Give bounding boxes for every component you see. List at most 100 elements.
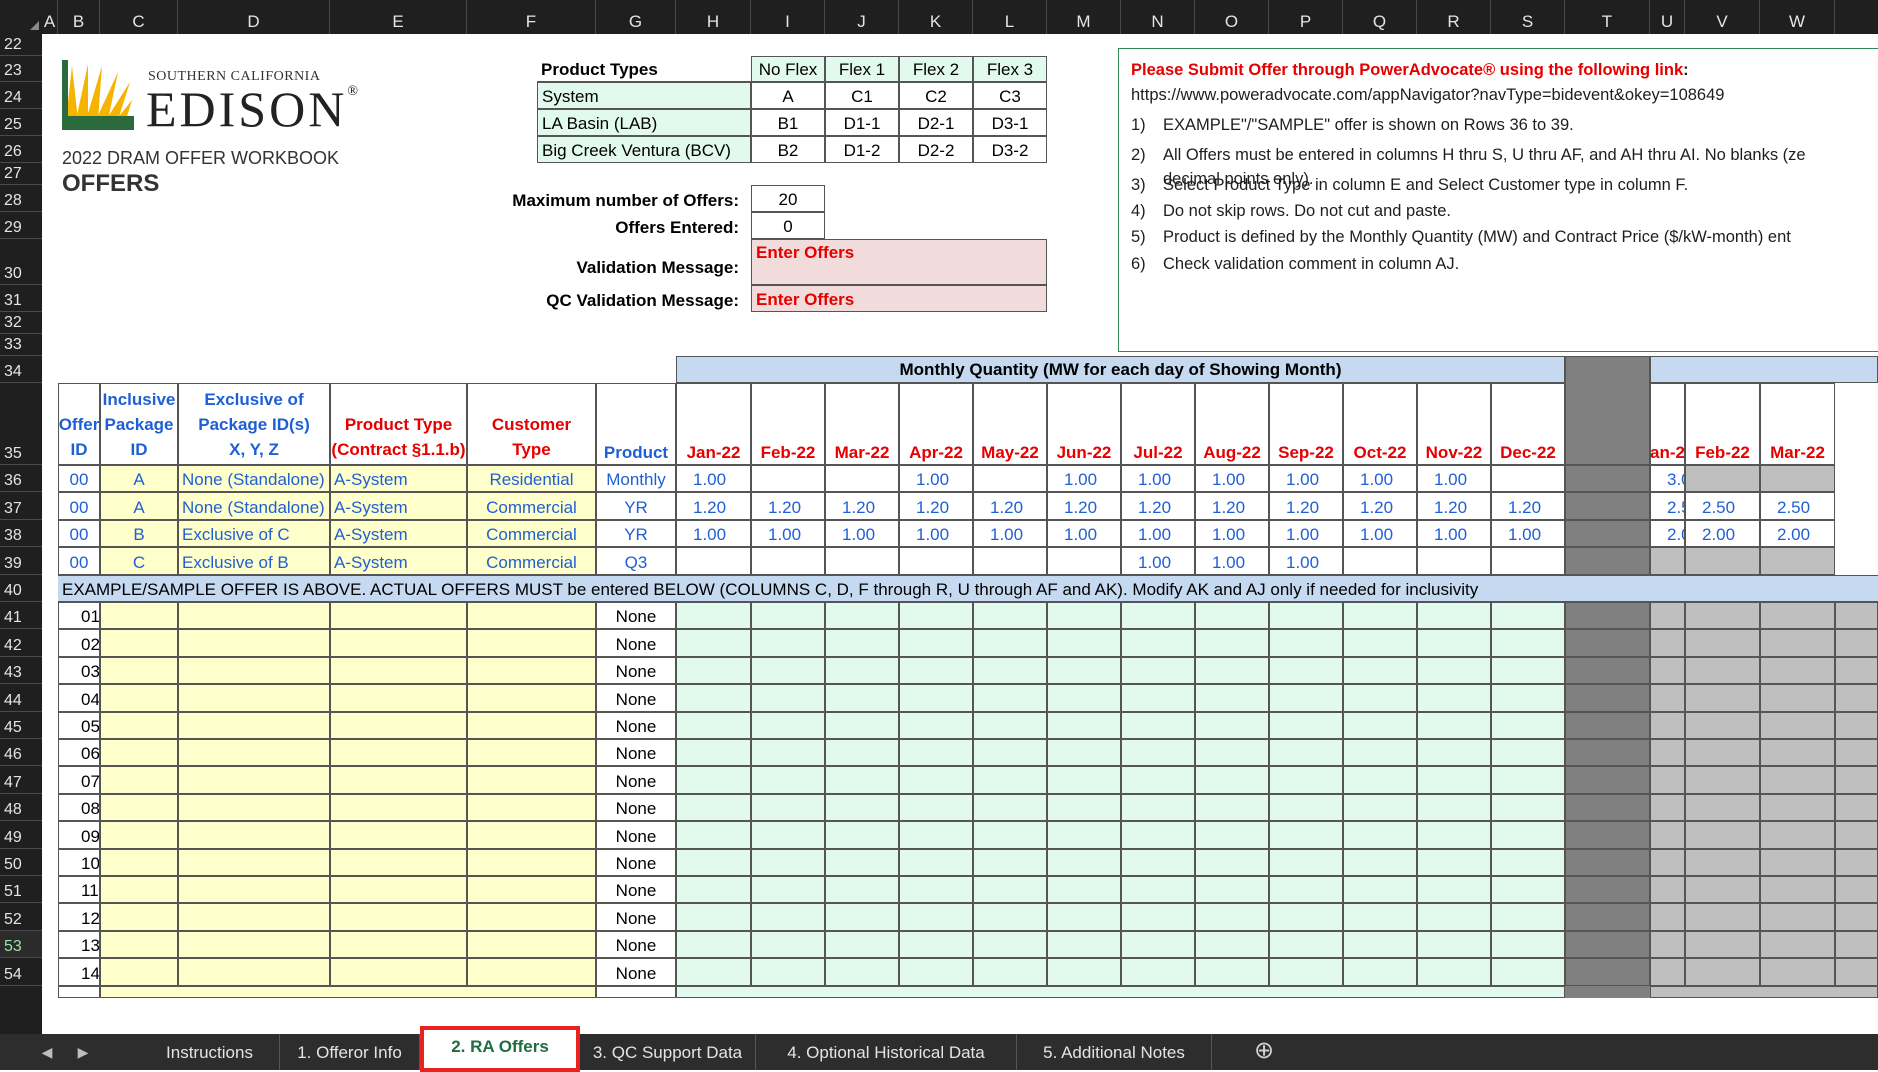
exclusive-package-input[interactable] xyxy=(178,848,330,876)
row-header-54[interactable]: 54 xyxy=(0,958,42,986)
quantity-input[interactable] xyxy=(973,848,1047,876)
quantity-input[interactable] xyxy=(676,766,751,794)
exclusive-package-input[interactable] xyxy=(178,684,330,712)
quantity-input[interactable] xyxy=(973,629,1047,657)
quantity-input[interactable] xyxy=(1343,848,1417,876)
quantity-input[interactable] xyxy=(1121,629,1195,657)
quantity-input[interactable] xyxy=(1491,793,1565,822)
column-header-l[interactable]: L xyxy=(973,0,1047,34)
input-partial[interactable] xyxy=(100,985,596,998)
quantity-input[interactable] xyxy=(973,739,1047,767)
row-header-37[interactable]: 37 xyxy=(0,492,42,520)
quantity-input[interactable] xyxy=(825,848,899,876)
inclusive-package-input[interactable] xyxy=(100,903,178,931)
quantity-input[interactable] xyxy=(1269,739,1343,767)
row-header-34[interactable]: 34 xyxy=(0,356,42,383)
quantity-input[interactable] xyxy=(1269,930,1343,959)
quantity-input[interactable] xyxy=(1417,656,1491,685)
quantity-input[interactable] xyxy=(1121,656,1195,685)
quantity-input[interactable] xyxy=(1195,821,1269,849)
quantity-input[interactable] xyxy=(1417,821,1491,849)
product-type-input[interactable] xyxy=(330,684,467,712)
quantity-input[interactable] xyxy=(1491,629,1565,657)
quantity-input[interactable] xyxy=(825,903,899,931)
quantity-input[interactable] xyxy=(899,711,973,739)
column-header-e[interactable]: E xyxy=(330,0,467,34)
quantity-input[interactable] xyxy=(1417,602,1491,630)
exclusive-package-input[interactable] xyxy=(178,656,330,685)
quantity-input[interactable] xyxy=(1343,656,1417,685)
customer-type-input[interactable] xyxy=(467,821,596,849)
quantity-input[interactable] xyxy=(973,656,1047,685)
quantity-input[interactable] xyxy=(1121,793,1195,822)
add-sheet-icon[interactable]: ⊕ xyxy=(1254,1036,1274,1065)
customer-type-input[interactable] xyxy=(467,629,596,657)
quantity-input[interactable] xyxy=(1047,958,1121,986)
quantity-input[interactable] xyxy=(973,930,1047,959)
row-header-38[interactable]: 38 xyxy=(0,520,42,548)
poweradvocate-link[interactable]: https://www.poweradvocate.com/appNavigat… xyxy=(1131,86,1724,105)
quantity-input[interactable] xyxy=(1491,766,1565,794)
inclusive-package-input[interactable] xyxy=(100,958,178,986)
quantity-input[interactable] xyxy=(676,629,751,657)
quantity-input[interactable] xyxy=(1121,930,1195,959)
quantity-input[interactable] xyxy=(825,821,899,849)
product-type-input[interactable] xyxy=(330,876,467,904)
inclusive-package-input[interactable] xyxy=(100,629,178,657)
quantity-input[interactable] xyxy=(1195,958,1269,986)
row-header-39[interactable]: 39 xyxy=(0,547,42,575)
quantity-input[interactable] xyxy=(1491,739,1565,767)
quantity-input[interactable] xyxy=(825,766,899,794)
prev-sheet-icon[interactable]: ◀ xyxy=(32,1034,62,1070)
row-header-28[interactable]: 28 xyxy=(0,185,42,212)
product-type-input[interactable] xyxy=(330,602,467,630)
quantity-input[interactable] xyxy=(751,684,825,712)
quantity-input[interactable] xyxy=(1343,793,1417,822)
row-header-33[interactable]: 33 xyxy=(0,334,42,356)
product-type-input[interactable] xyxy=(330,848,467,876)
customer-type-input[interactable] xyxy=(467,766,596,794)
inclusive-package-input[interactable] xyxy=(100,656,178,685)
row-header-22[interactable]: 22 xyxy=(0,34,42,56)
customer-type-input[interactable] xyxy=(467,876,596,904)
quantity-input[interactable] xyxy=(1047,821,1121,849)
customer-type-input[interactable] xyxy=(467,739,596,767)
quantity-input[interactable] xyxy=(1343,684,1417,712)
quantity-input[interactable] xyxy=(676,958,751,986)
product-type-input[interactable] xyxy=(330,711,467,739)
column-header-m[interactable]: M xyxy=(1047,0,1121,34)
quantity-input[interactable] xyxy=(825,739,899,767)
exclusive-package-input[interactable] xyxy=(178,793,330,822)
exclusive-package-input[interactable] xyxy=(178,629,330,657)
column-header-i[interactable]: I xyxy=(751,0,825,34)
quantity-input[interactable] xyxy=(825,876,899,904)
quantity-input[interactable] xyxy=(973,684,1047,712)
inclusive-package-input[interactable] xyxy=(100,876,178,904)
quantity-input[interactable] xyxy=(973,876,1047,904)
row-header-30[interactable]: 30 xyxy=(0,239,42,285)
quantity-input[interactable] xyxy=(1417,793,1491,822)
quantity-input[interactable] xyxy=(751,711,825,739)
quantity-input[interactable] xyxy=(1269,711,1343,739)
column-header-p[interactable]: P xyxy=(1269,0,1343,34)
quantity-input[interactable] xyxy=(751,848,825,876)
quantity-input[interactable] xyxy=(751,903,825,931)
quantity-input[interactable] xyxy=(1121,711,1195,739)
quantity-input[interactable] xyxy=(1269,602,1343,630)
column-header-c[interactable]: C xyxy=(100,0,178,34)
quantity-input[interactable] xyxy=(1343,711,1417,739)
quantity-input[interactable] xyxy=(1047,848,1121,876)
inclusive-package-input[interactable] xyxy=(100,766,178,794)
quantity-input[interactable] xyxy=(1269,821,1343,849)
row-header-46[interactable]: 46 xyxy=(0,739,42,767)
quantity-input[interactable] xyxy=(1491,602,1565,630)
quantity-input[interactable] xyxy=(825,930,899,959)
quantity-input[interactable] xyxy=(1121,848,1195,876)
quantity-input[interactable] xyxy=(1195,930,1269,959)
row-header-51[interactable]: 51 xyxy=(0,876,42,904)
quantity-input[interactable] xyxy=(676,793,751,822)
quantity-input[interactable] xyxy=(1121,766,1195,794)
quantity-input[interactable] xyxy=(1491,930,1565,959)
quantity-input[interactable] xyxy=(1047,656,1121,685)
exclusive-package-input[interactable] xyxy=(178,602,330,630)
